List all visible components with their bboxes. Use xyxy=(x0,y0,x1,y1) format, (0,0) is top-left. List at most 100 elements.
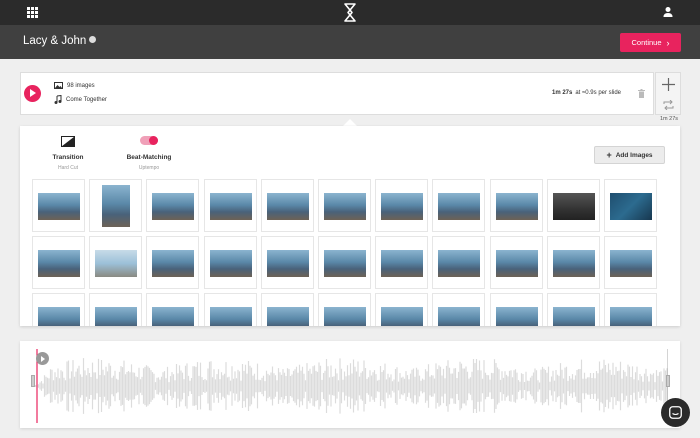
photo-tile[interactable] xyxy=(32,293,85,326)
continue-button[interactable]: Continue › xyxy=(620,33,681,52)
photo-thumbnail xyxy=(552,250,595,277)
photo-thumbnail xyxy=(324,250,366,277)
project-title[interactable]: Lacy & John xyxy=(23,35,97,47)
photo-thumbnail xyxy=(209,250,252,277)
photo-tile[interactable] xyxy=(604,293,657,326)
photo-thumbnail xyxy=(95,250,138,277)
photo-tile[interactable] xyxy=(203,236,257,289)
photo-thumbnail xyxy=(552,193,595,220)
chat-icon xyxy=(669,406,682,419)
photo-tile[interactable] xyxy=(260,236,314,289)
duration-info: 1m 27s at ≈0.9s per slide xyxy=(552,90,621,96)
beat-matching-value: Uptempo xyxy=(138,165,160,171)
photo-tile[interactable] xyxy=(375,179,429,232)
photo-thumbnail xyxy=(102,185,131,227)
trash-icon[interactable] xyxy=(638,89,645,98)
photo-tile[interactable] xyxy=(89,179,143,232)
photo-tile[interactable] xyxy=(546,236,600,289)
photo-thumbnail xyxy=(95,307,138,326)
photo-thumbnail xyxy=(381,250,424,277)
audio-waveform[interactable] xyxy=(34,349,668,423)
image-count-row: 98 images xyxy=(54,82,95,89)
chat-button[interactable] xyxy=(661,398,690,427)
trim-handle-end[interactable] xyxy=(666,375,670,387)
photo-tile[interactable] xyxy=(260,179,314,232)
slideshow-duration: 1m 27s xyxy=(551,90,573,96)
photo-tile[interactable] xyxy=(432,179,486,232)
image-count: 98 images xyxy=(67,82,95,89)
photo-thumbnail xyxy=(610,250,652,277)
music-note-icon xyxy=(54,95,62,104)
photo-thumbnail xyxy=(324,307,366,326)
photo-thumbnail xyxy=(266,193,309,220)
play-slideshow-button[interactable] xyxy=(24,85,41,102)
photo-thumbnail xyxy=(152,193,195,220)
photo-tile[interactable] xyxy=(546,293,600,326)
total-duration: 1m 27s xyxy=(660,116,679,122)
photo-tile[interactable] xyxy=(318,236,371,289)
photo-tile[interactable] xyxy=(260,293,314,326)
loop-icon[interactable] xyxy=(663,100,674,110)
photo-tile[interactable] xyxy=(203,179,257,232)
add-images-button[interactable]: + Add Images xyxy=(594,146,665,164)
top-bar xyxy=(0,0,700,25)
photo-thumbnail xyxy=(38,250,80,277)
photo-thumbnail xyxy=(38,193,80,220)
photo-tile[interactable] xyxy=(604,236,657,289)
plus-icon[interactable] xyxy=(662,78,675,91)
play-audio-button[interactable] xyxy=(36,352,49,365)
slideshow-summary: 98 images Come Together 1m 27s at ≈0.9s p… xyxy=(20,72,654,115)
panel-caret xyxy=(343,119,357,126)
photo-tile[interactable] xyxy=(32,179,85,232)
photo-thumbnail xyxy=(552,307,595,326)
brand-logo-icon[interactable] xyxy=(343,3,357,22)
photo-tile[interactable] xyxy=(604,179,657,232)
audio-track-panel xyxy=(20,341,680,428)
photo-tile[interactable] xyxy=(89,236,143,289)
project-title-text: Lacy & John xyxy=(23,35,87,47)
photo-thumbnail xyxy=(152,250,195,277)
photo-tile[interactable] xyxy=(146,293,200,326)
trim-handle-start[interactable] xyxy=(31,375,35,387)
chevron-right-icon: › xyxy=(666,37,670,48)
side-actions xyxy=(655,72,681,115)
beat-matching-label: Beat-Matching xyxy=(126,154,172,161)
photo-tile[interactable] xyxy=(432,293,486,326)
photo-tile[interactable] xyxy=(375,293,429,326)
transition-label: Transition xyxy=(52,154,84,161)
beat-matching-option[interactable]: Beat-Matching Uptempo xyxy=(123,136,175,171)
photo-tile[interactable] xyxy=(318,179,371,232)
user-icon[interactable] xyxy=(662,6,674,18)
photo-tile[interactable] xyxy=(32,236,85,289)
photo-thumbnail xyxy=(495,250,538,277)
photo-tile[interactable] xyxy=(489,236,543,289)
photo-thumbnail xyxy=(38,307,80,326)
per-slide-text: at ≈0.9s per slide xyxy=(575,90,621,96)
beat-matching-toggle[interactable] xyxy=(140,136,158,145)
photo-tile[interactable] xyxy=(432,236,486,289)
photo-thumbnail xyxy=(209,307,252,326)
photo-thumbnail xyxy=(610,193,652,220)
photo-tile[interactable] xyxy=(318,293,371,326)
grid-icon[interactable] xyxy=(27,7,38,18)
photo-thumbnail xyxy=(495,193,538,220)
photo-thumbnail xyxy=(438,193,481,220)
photo-thumbnail xyxy=(610,307,652,326)
photo-tile[interactable] xyxy=(546,179,600,232)
photo-tile[interactable] xyxy=(489,179,543,232)
photo-tile[interactable] xyxy=(203,293,257,326)
photo-tile[interactable] xyxy=(375,236,429,289)
gear-icon[interactable] xyxy=(89,36,97,43)
photo-tile[interactable] xyxy=(146,236,200,289)
photo-tile[interactable] xyxy=(89,293,143,326)
photo-tile[interactable] xyxy=(489,293,543,326)
song-row: Come Together xyxy=(54,95,107,104)
photo-thumbnail xyxy=(495,307,538,326)
photo-thumbnail xyxy=(381,193,424,220)
photo-tile[interactable] xyxy=(146,179,200,232)
transition-icon xyxy=(61,136,75,147)
photo-thumbnail xyxy=(438,250,481,277)
title-bar: Lacy & John Continue › xyxy=(0,25,700,59)
song-title[interactable]: Come Together xyxy=(66,97,107,103)
transition-option[interactable]: Transition Hard Cut xyxy=(50,136,86,171)
